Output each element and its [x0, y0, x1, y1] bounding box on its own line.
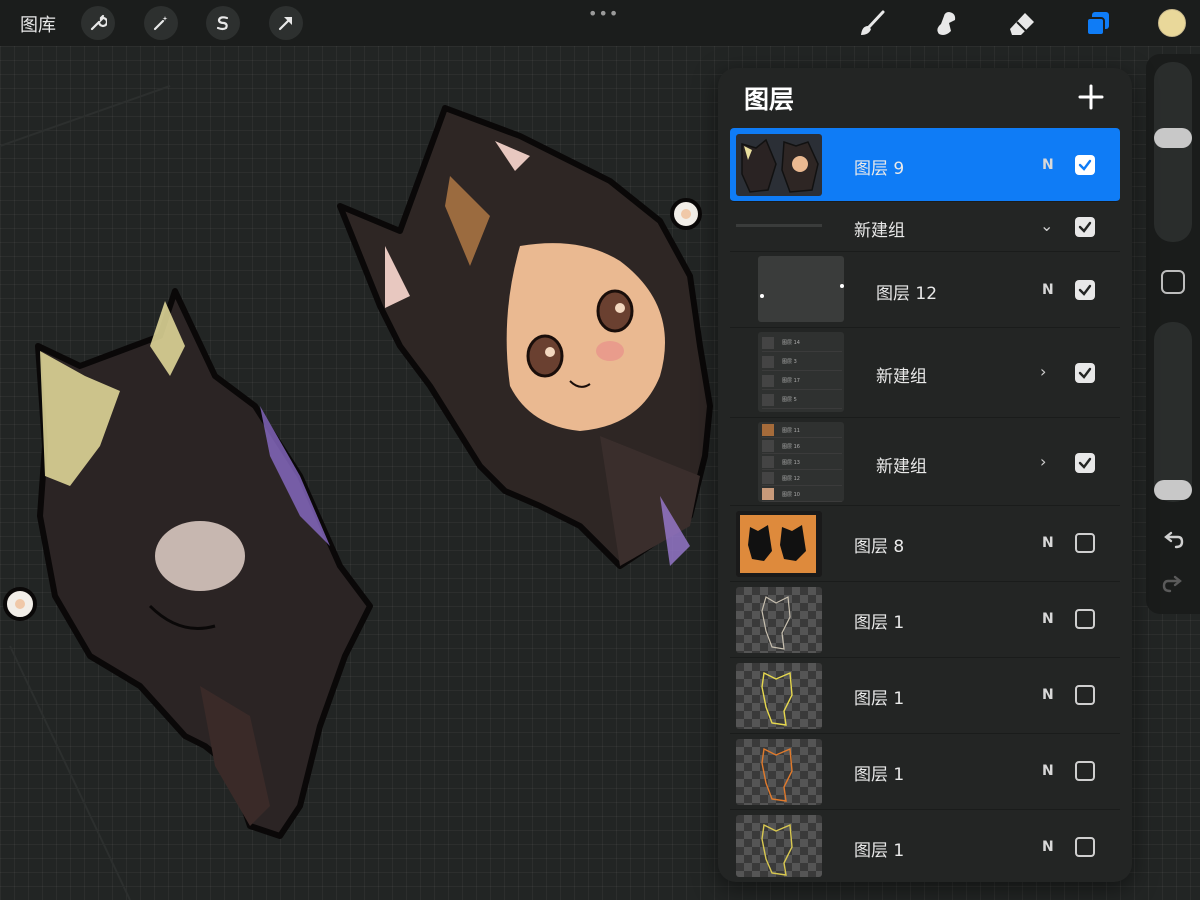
- visibility-checkbox[interactable]: [1075, 609, 1095, 629]
- blend-mode[interactable]: N: [1042, 611, 1054, 627]
- layers-panel: 图层 图层 9 N 新建组 ⌄ 图层 12 N 图层 14 图层 3 图层 17…: [718, 68, 1132, 882]
- wrench-icon[interactable]: [81, 6, 115, 40]
- group-thumbnail: 图层 14 图层 3 图层 17 图层 5: [758, 332, 844, 412]
- group-thumbnail: 图层 11 图层 16 图层 13 图层 12 图层 10: [758, 422, 844, 502]
- undo-icon[interactable]: [1160, 528, 1186, 554]
- group-row-collapsed-1[interactable]: 图层 14 图层 3 图层 17 图层 5 新建组 ›: [730, 328, 1120, 418]
- group-name: 新建组: [876, 457, 927, 477]
- blend-mode[interactable]: N: [1042, 839, 1054, 855]
- checkmark-icon: [1078, 159, 1092, 171]
- arrow-icon[interactable]: [269, 6, 303, 40]
- layer-name: 图层 1: [854, 689, 905, 709]
- group-name: 新建组: [876, 367, 927, 387]
- visibility-checkbox[interactable]: [1075, 761, 1095, 781]
- visibility-checkbox[interactable]: [1075, 363, 1095, 383]
- gallery-button[interactable]: 图库: [20, 11, 56, 37]
- visibility-checkbox[interactable]: [1075, 533, 1095, 553]
- brush-size-slider[interactable]: [1154, 62, 1192, 242]
- plus-icon: [1078, 84, 1104, 110]
- layer-thumbnail: [736, 663, 822, 729]
- layer-name: 图层 9: [854, 159, 905, 179]
- modify-button[interactable]: [1161, 270, 1185, 294]
- layer-name: 图层 8: [854, 537, 905, 557]
- visibility-checkbox[interactable]: [1075, 217, 1095, 237]
- smudge-icon[interactable]: [930, 8, 962, 40]
- blend-mode[interactable]: N: [1042, 157, 1054, 173]
- cat-girl-character: [337, 105, 713, 569]
- brush-opacity-slider[interactable]: [1154, 322, 1192, 502]
- layers-icon[interactable]: [1082, 8, 1114, 40]
- dark-cat-character: [35, 288, 373, 839]
- layer-row-8[interactable]: 图层 8 N: [730, 506, 1120, 582]
- layer-name: 图层 12: [876, 284, 938, 304]
- checkmark-icon: [1078, 367, 1092, 379]
- layer-thumbnail: [736, 815, 822, 877]
- layer-row-1a[interactable]: 图层 1 N: [730, 582, 1120, 658]
- chevron-right-icon[interactable]: ›: [1040, 452, 1046, 471]
- brush-icon[interactable]: [856, 8, 888, 40]
- group-row-expanded[interactable]: 新建组 ⌄: [730, 202, 1120, 252]
- selection-s-icon[interactable]: [206, 6, 240, 40]
- blend-mode[interactable]: N: [1042, 763, 1054, 779]
- layer-thumbnail: [736, 134, 822, 196]
- add-layer-button[interactable]: [1074, 80, 1108, 114]
- checkmark-icon: [1078, 284, 1092, 296]
- layer-row-9[interactable]: 图层 9 N: [730, 128, 1120, 202]
- blend-mode[interactable]: N: [1042, 535, 1054, 551]
- checkmark-icon: [1078, 221, 1092, 233]
- flower-sticker-left: [3, 587, 37, 621]
- blend-mode[interactable]: N: [1042, 282, 1054, 298]
- magic-wand-icon[interactable]: [144, 6, 178, 40]
- visibility-checkbox[interactable]: [1075, 280, 1095, 300]
- layer-name: 图层 1: [854, 765, 905, 785]
- visibility-checkbox[interactable]: [1075, 685, 1095, 705]
- more-options-dots[interactable]: •••: [588, 4, 619, 23]
- layer-name: 图层 1: [854, 613, 905, 633]
- layer-thumbnail: [758, 256, 844, 322]
- brush-size-thumb[interactable]: [1154, 128, 1192, 148]
- top-toolbar: 图库 •••: [0, 0, 1200, 46]
- layer-thumbnail: [736, 587, 822, 653]
- group-divider: [736, 224, 822, 227]
- redo-icon[interactable]: [1160, 572, 1186, 598]
- blend-mode[interactable]: N: [1042, 687, 1054, 703]
- group-name: 新建组: [854, 221, 905, 241]
- eraser-icon[interactable]: [1006, 8, 1038, 40]
- brush-opacity-thumb[interactable]: [1154, 480, 1192, 500]
- layer-row-1c[interactable]: 图层 1 N: [730, 734, 1120, 810]
- visibility-checkbox[interactable]: [1075, 155, 1095, 175]
- chevron-down-icon[interactable]: ⌄: [1040, 216, 1053, 235]
- checkmark-icon: [1078, 457, 1092, 469]
- visibility-checkbox[interactable]: [1075, 837, 1095, 857]
- layer-thumbnail: [736, 739, 822, 805]
- flower-sticker-right: [670, 198, 702, 230]
- layer-name: 图层 1: [854, 841, 905, 861]
- current-color-swatch[interactable]: [1158, 9, 1186, 37]
- layer-thumbnail: [736, 511, 822, 577]
- panel-title: 图层: [744, 85, 795, 114]
- chevron-right-icon[interactable]: ›: [1040, 362, 1046, 381]
- layer-row-12[interactable]: 图层 12 N: [730, 252, 1120, 328]
- layer-row-1b[interactable]: 图层 1 N: [730, 658, 1120, 734]
- layer-row-1d[interactable]: 图层 1 N: [730, 810, 1120, 882]
- brush-sidebar: [1146, 54, 1200, 614]
- group-row-collapsed-2[interactable]: 图层 11 图层 16 图层 13 图层 12 图层 10 新建组 ›: [730, 418, 1120, 506]
- visibility-checkbox[interactable]: [1075, 453, 1095, 473]
